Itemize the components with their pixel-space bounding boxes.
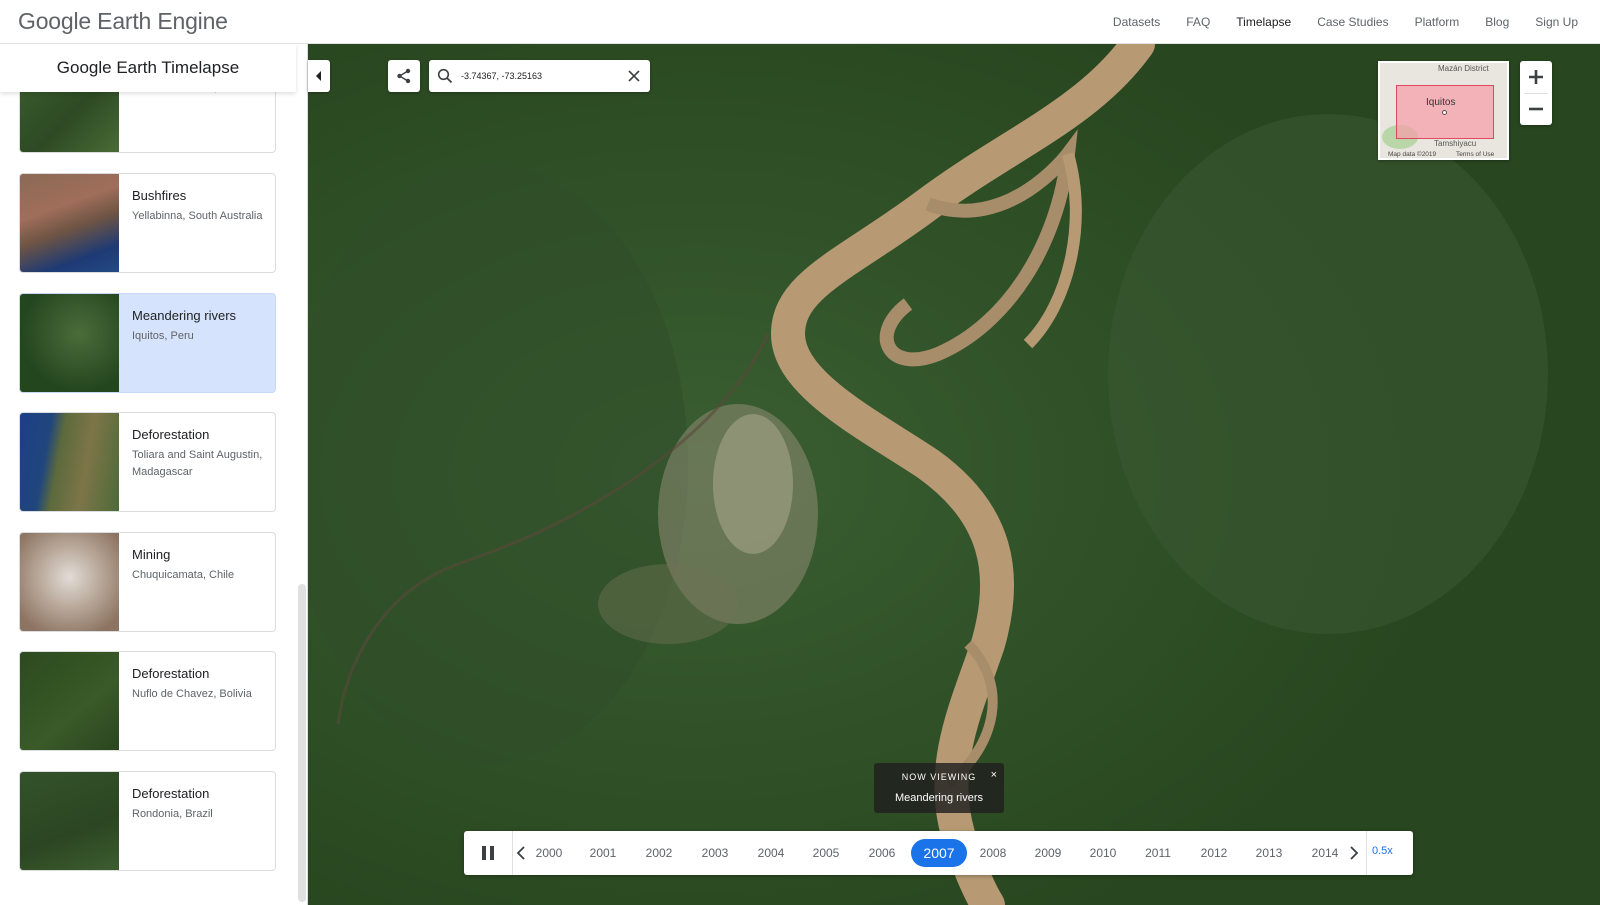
plus-icon xyxy=(1529,70,1543,84)
search-input[interactable] xyxy=(461,67,621,85)
caret-left-icon xyxy=(316,71,321,81)
timeline-divider-speed xyxy=(1366,831,1367,875)
nav-platform[interactable]: Platform xyxy=(1415,15,1460,29)
playback-speed-button[interactable]: 0.5x xyxy=(1372,845,1393,857)
share-icon xyxy=(397,68,411,84)
year-2001[interactable]: 2001 xyxy=(575,839,631,867)
close-now-viewing-icon[interactable]: × xyxy=(991,769,997,781)
pause-button[interactable] xyxy=(474,841,502,865)
case-study-card[interactable]: Mining Chuquicamata, Chile xyxy=(19,532,276,632)
google-earth-engine-logo[interactable]: Google Earth Engine xyxy=(18,8,228,35)
case-study-card[interactable]: Deforestation Toliara and Saint Augustin,… xyxy=(19,412,276,512)
sidebar-title: Google Earth Timelapse xyxy=(0,44,296,92)
card-location: Chuquicamata, Chile xyxy=(132,569,235,581)
logo-product-name: Earth Engine xyxy=(97,8,228,34)
now-viewing-tooltip: NOW VIEWING × Meandering rivers xyxy=(874,763,1004,813)
year-2004[interactable]: 2004 xyxy=(743,839,799,867)
year-2009[interactable]: 2009 xyxy=(1020,839,1076,867)
year-2011[interactable]: 2011 xyxy=(1130,839,1186,867)
card-location: Nuflo de Chavez, Bolivia xyxy=(132,688,252,700)
card-title: Deforestation xyxy=(132,427,210,442)
card-title: Bushfires xyxy=(132,188,187,203)
card-location: Rondonia, Brazil xyxy=(132,808,213,820)
now-viewing-label: NOW VIEWING xyxy=(901,772,977,782)
clear-search-icon[interactable] xyxy=(626,68,642,84)
year-2006[interactable]: 2006 xyxy=(854,839,910,867)
minimap-district-label: Mazán District xyxy=(1438,64,1489,73)
timeline-control: 2000 2001 2002 2003 2004 2005 2006 2007 2008 2009… xyxy=(464,831,1413,875)
collapse-sidebar-button[interactable] xyxy=(308,60,330,92)
zoom-out-button[interactable] xyxy=(1520,93,1552,125)
minimap-town-label: Tamshiyacu xyxy=(1434,139,1477,148)
thumbnail-forest-river xyxy=(20,83,119,152)
next-year-icon[interactable] xyxy=(1349,845,1359,861)
minimap-attribution: Map data ©2019 xyxy=(1388,151,1437,158)
pause-icon xyxy=(482,846,494,860)
case-study-card[interactable]: Deforestation Nuflo de Chavez, Bolivia xyxy=(19,651,276,751)
share-button[interactable] xyxy=(388,60,420,92)
nav-faq[interactable]: FAQ xyxy=(1186,15,1210,29)
case-study-card[interactable]: Deforestation Rondonia, Brazil xyxy=(19,771,276,871)
now-viewing-title: Meandering rivers xyxy=(894,792,984,804)
year-2005[interactable]: 2005 xyxy=(798,839,854,867)
year-2003[interactable]: 2003 xyxy=(687,839,743,867)
main-nav: Datasets FAQ Timelapse Case Studies Platform… xyxy=(1113,0,1578,44)
thumbnail-bushfire-coast xyxy=(20,174,119,272)
year-2014[interactable]: 2014 xyxy=(1297,839,1353,867)
search-icon xyxy=(437,68,453,84)
year-2007[interactable]: 2007 xyxy=(911,839,967,867)
card-location: Iquitos, Peru xyxy=(132,330,194,342)
sidebar-scrollbar[interactable] xyxy=(298,584,306,902)
year-2012[interactable]: 2012 xyxy=(1186,839,1242,867)
year-2010[interactable]: 2010 xyxy=(1075,839,1131,867)
card-location: Toliara and Saint Augustin, Madagascar xyxy=(132,449,263,478)
card-title: Mining xyxy=(132,547,171,562)
case-study-card[interactable]: Bushfires Yellabinna, South Australia xyxy=(19,173,276,273)
card-title: Deforestation xyxy=(132,786,210,801)
logo-google-wordmark: Google xyxy=(18,8,91,34)
year-2002[interactable]: 2002 xyxy=(631,839,687,867)
year-2000[interactable]: 2000 xyxy=(521,839,577,867)
thumbnail-desert-mine xyxy=(20,533,119,631)
minimap-city-label: Iquitos xyxy=(1426,97,1456,108)
case-study-card[interactable]: Meandering rivers Iquitos, Peru xyxy=(19,293,276,393)
year-2013[interactable]: 2013 xyxy=(1241,839,1297,867)
nav-timelapse[interactable]: Timelapse xyxy=(1236,15,1291,29)
card-title: Meandering rivers xyxy=(132,308,237,323)
timeline-divider xyxy=(512,831,513,875)
zoom-in-button[interactable] xyxy=(1520,61,1552,93)
nav-sign-up[interactable]: Sign Up xyxy=(1535,15,1578,29)
thumbnail-meandering-river xyxy=(20,294,119,392)
minus-icon xyxy=(1529,107,1543,111)
nav-blog[interactable]: Blog xyxy=(1485,15,1509,29)
thumbnail-forest xyxy=(20,652,119,750)
location-search xyxy=(429,60,650,92)
top-header: Google Earth Engine Datasets FAQ Timelapse… xyxy=(0,0,1600,44)
year-2008[interactable]: 2008 xyxy=(965,839,1021,867)
minimap-city-marker xyxy=(1442,110,1447,115)
sidebar: Google Earth Timelapse Teles Pires River… xyxy=(0,44,308,905)
thumbnail-madagascar-coast xyxy=(20,413,119,511)
thumbnail-forest-dark xyxy=(20,772,119,870)
nav-case-studies[interactable]: Case Studies xyxy=(1317,15,1388,29)
case-study-card[interactable]: Teles Pires River, Brazil xyxy=(19,82,276,153)
zoom-control xyxy=(1520,61,1552,125)
nav-datasets[interactable]: Datasets xyxy=(1113,15,1160,29)
overview-minimap[interactable]: Mazán District Iquitos Tamshiyacu Map da… xyxy=(1378,61,1509,160)
minimap-terms-link[interactable]: Terms of Use xyxy=(1456,151,1494,158)
card-title: Deforestation xyxy=(132,666,210,681)
card-location: Yellabinna, South Australia xyxy=(132,210,263,222)
